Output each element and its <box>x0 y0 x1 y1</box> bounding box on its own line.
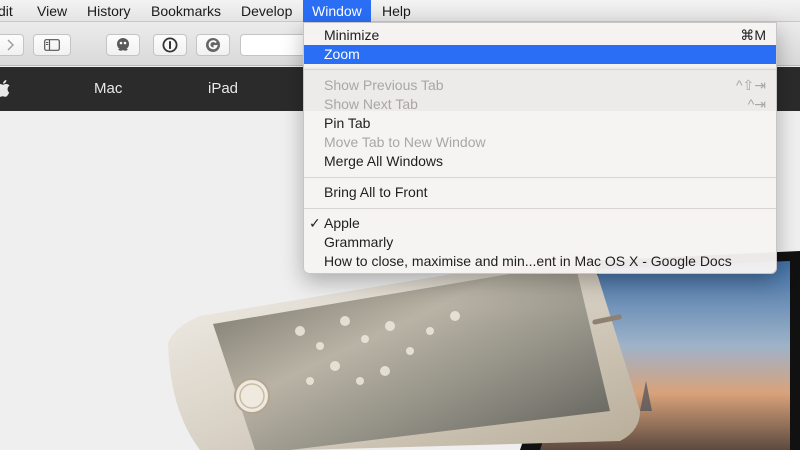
nav-link-ipad[interactable]: iPad <box>208 67 238 111</box>
menu-help[interactable]: Help <box>382 0 411 22</box>
menu-item-label: Show Next Tab <box>324 96 418 112</box>
extension-button-3[interactable] <box>196 34 230 56</box>
menu-item-label: Apple <box>324 215 360 231</box>
menu-item-label: Zoom <box>324 46 360 62</box>
menu-item-merge-all-windows[interactable]: Merge All Windows <box>304 152 776 171</box>
menu-view[interactable]: View <box>37 0 67 22</box>
extension-button-1[interactable] <box>106 34 140 56</box>
menu-item-pin-tab[interactable]: Pin Tab <box>304 114 776 133</box>
shortcut-label: ⌘M <box>740 27 766 43</box>
menu-separator <box>304 177 776 178</box>
menu-item-label: Show Previous Tab <box>324 77 444 93</box>
menu-item-window-apple[interactable]: ✓ Apple <box>304 214 776 233</box>
menu-window[interactable]: Window <box>303 0 371 22</box>
menu-item-minimize[interactable]: Minimize ⌘M <box>304 26 776 45</box>
sidebar-button[interactable] <box>33 34 71 56</box>
checkmark-icon: ✓ <box>309 215 321 231</box>
menu-item-window-grammarly[interactable]: Grammarly <box>304 233 776 252</box>
nav-link-mac[interactable]: Mac <box>94 67 122 111</box>
window-menu-dropdown: Minimize ⌘M Zoom Show Previous Tab ^⇧⇥ S… <box>303 22 777 274</box>
menu-item-label: Minimize <box>324 27 380 43</box>
menu-item-label: Move Tab to New Window <box>324 134 486 150</box>
menu-edit[interactable]: dit <box>0 0 13 22</box>
menu-item-label: Grammarly <box>324 234 394 250</box>
menu-history[interactable]: History <box>87 0 131 22</box>
1password-icon <box>162 37 178 53</box>
grammarly-icon <box>206 38 220 52</box>
menu-separator <box>304 208 776 209</box>
menu-item-label: How to close, maximise and min...ent in … <box>324 253 732 269</box>
menu-item-label: Bring All to Front <box>324 184 428 200</box>
menu-item-label: Pin Tab <box>324 115 371 131</box>
menu-separator <box>304 69 776 70</box>
shortcut-label: ^⇥ <box>747 96 766 112</box>
octopus-extension-icon <box>117 38 129 51</box>
menu-item-zoom[interactable]: Zoom <box>304 45 776 64</box>
extension-button-2[interactable] <box>153 34 187 56</box>
apple-logo-icon[interactable] <box>0 80 10 101</box>
shortcut-label: ^⇧⇥ <box>735 77 766 93</box>
menu-item-window-google-docs[interactable]: How to close, maximise and min...ent in … <box>304 252 776 271</box>
menu-item-show-next-tab: Show Next Tab ^⇥ <box>304 95 776 114</box>
menu-bookmarks[interactable]: Bookmarks <box>151 0 221 22</box>
menu-item-move-tab-to-new-window: Move Tab to New Window <box>304 133 776 152</box>
menu-bar: dit View History Bookmarks Develop Windo… <box>0 0 800 22</box>
chevron-right-icon <box>7 39 14 51</box>
sidebar-icon <box>44 39 60 51</box>
forward-button[interactable] <box>0 34 24 56</box>
menu-item-bring-all-to-front[interactable]: Bring All to Front <box>304 183 776 202</box>
menu-develop[interactable]: Develop <box>241 0 292 22</box>
menu-item-label: Merge All Windows <box>324 153 444 169</box>
menu-item-show-previous-tab: Show Previous Tab ^⇧⇥ <box>304 76 776 95</box>
